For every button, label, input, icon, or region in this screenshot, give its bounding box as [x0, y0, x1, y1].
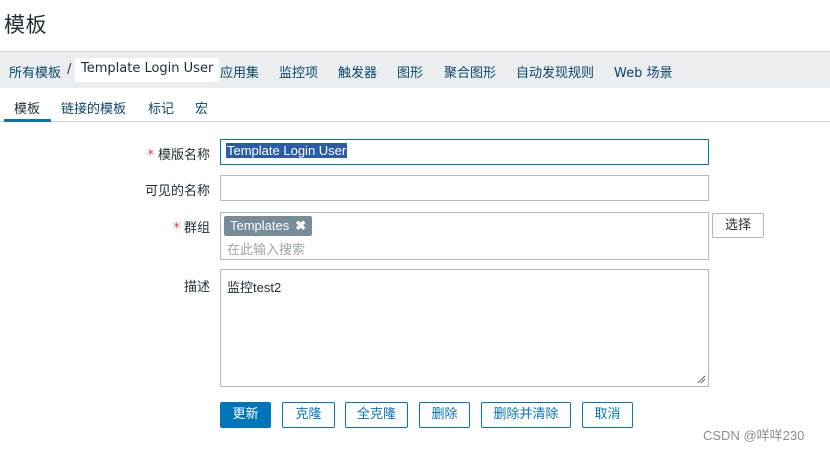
breadcrumb-separator: /	[67, 62, 72, 77]
delete-and-clear-button[interactable]: 删除并清除	[481, 402, 571, 428]
tab-linked-templates[interactable]: 链接的模板	[61, 98, 126, 117]
chip-remove-icon[interactable]: ✖	[295, 218, 306, 233]
description-label: 描述	[183, 280, 210, 295]
tab-tags[interactable]: 标记	[148, 98, 174, 117]
tab-macros[interactable]: 宏	[195, 98, 208, 117]
csdn-watermark: CSDN @咩咩230	[703, 428, 805, 443]
group-chip-templates: Templates ✖	[224, 216, 313, 236]
template-name-input[interactable]: Template Login User	[220, 139, 709, 165]
tab-template[interactable]: 模板	[14, 98, 40, 117]
form-tabs: 模板 链接的模板 标记 宏	[0, 92, 830, 122]
nav-link-discovery-rules[interactable]: 自动发现规则	[516, 62, 594, 81]
description-textarea[interactable]: 监控test2	[220, 269, 709, 387]
groups-multiselect[interactable]: Templates ✖ 在此输入搜索	[220, 212, 709, 260]
template-nav-bar: 所有模板 / Template Login User 应用集 监控项 触发器 图…	[0, 51, 830, 88]
breadcrumb-all-templates[interactable]: 所有模板	[9, 62, 61, 81]
nav-link-applications[interactable]: 应用集	[220, 62, 259, 81]
groups-select-button[interactable]: 选择	[712, 213, 764, 238]
template-name-value: Template Login User	[226, 143, 348, 158]
nav-link-triggers[interactable]: 触发器	[338, 62, 377, 81]
template-form: * 模版名称 Template Login User 可见的名称 * 群组 Temp…	[0, 123, 830, 449]
active-tab-indicator	[4, 119, 51, 122]
cancel-button[interactable]: 取消	[582, 402, 633, 428]
nav-link-web-scenarios[interactable]: Web 场景	[614, 62, 672, 81]
template-name-label: * 模版名称	[147, 148, 210, 163]
nav-link-items[interactable]: 监控项	[279, 62, 318, 81]
clone-button[interactable]: 克隆	[282, 402, 335, 428]
update-button[interactable]: 更新	[220, 402, 271, 428]
breadcrumb-current-template[interactable]: Template Login User	[75, 58, 220, 82]
required-mark: *	[173, 221, 180, 236]
visible-name-label: 可见的名称	[144, 184, 210, 199]
nav-link-graphs[interactable]: 图形	[397, 62, 423, 81]
required-mark: *	[147, 148, 154, 163]
delete-button[interactable]: 删除	[419, 402, 470, 428]
groups-search-placeholder[interactable]: 在此输入搜索	[227, 239, 305, 258]
page-title: 模板	[4, 13, 47, 37]
description-value: 监控test2	[227, 280, 282, 295]
groups-label: * 群组	[173, 221, 210, 236]
nav-link-screens[interactable]: 聚合图形	[444, 62, 496, 81]
resize-handle-icon[interactable]	[696, 374, 706, 384]
full-clone-button[interactable]: 全克隆	[345, 402, 408, 428]
visible-name-input[interactable]	[220, 175, 709, 201]
